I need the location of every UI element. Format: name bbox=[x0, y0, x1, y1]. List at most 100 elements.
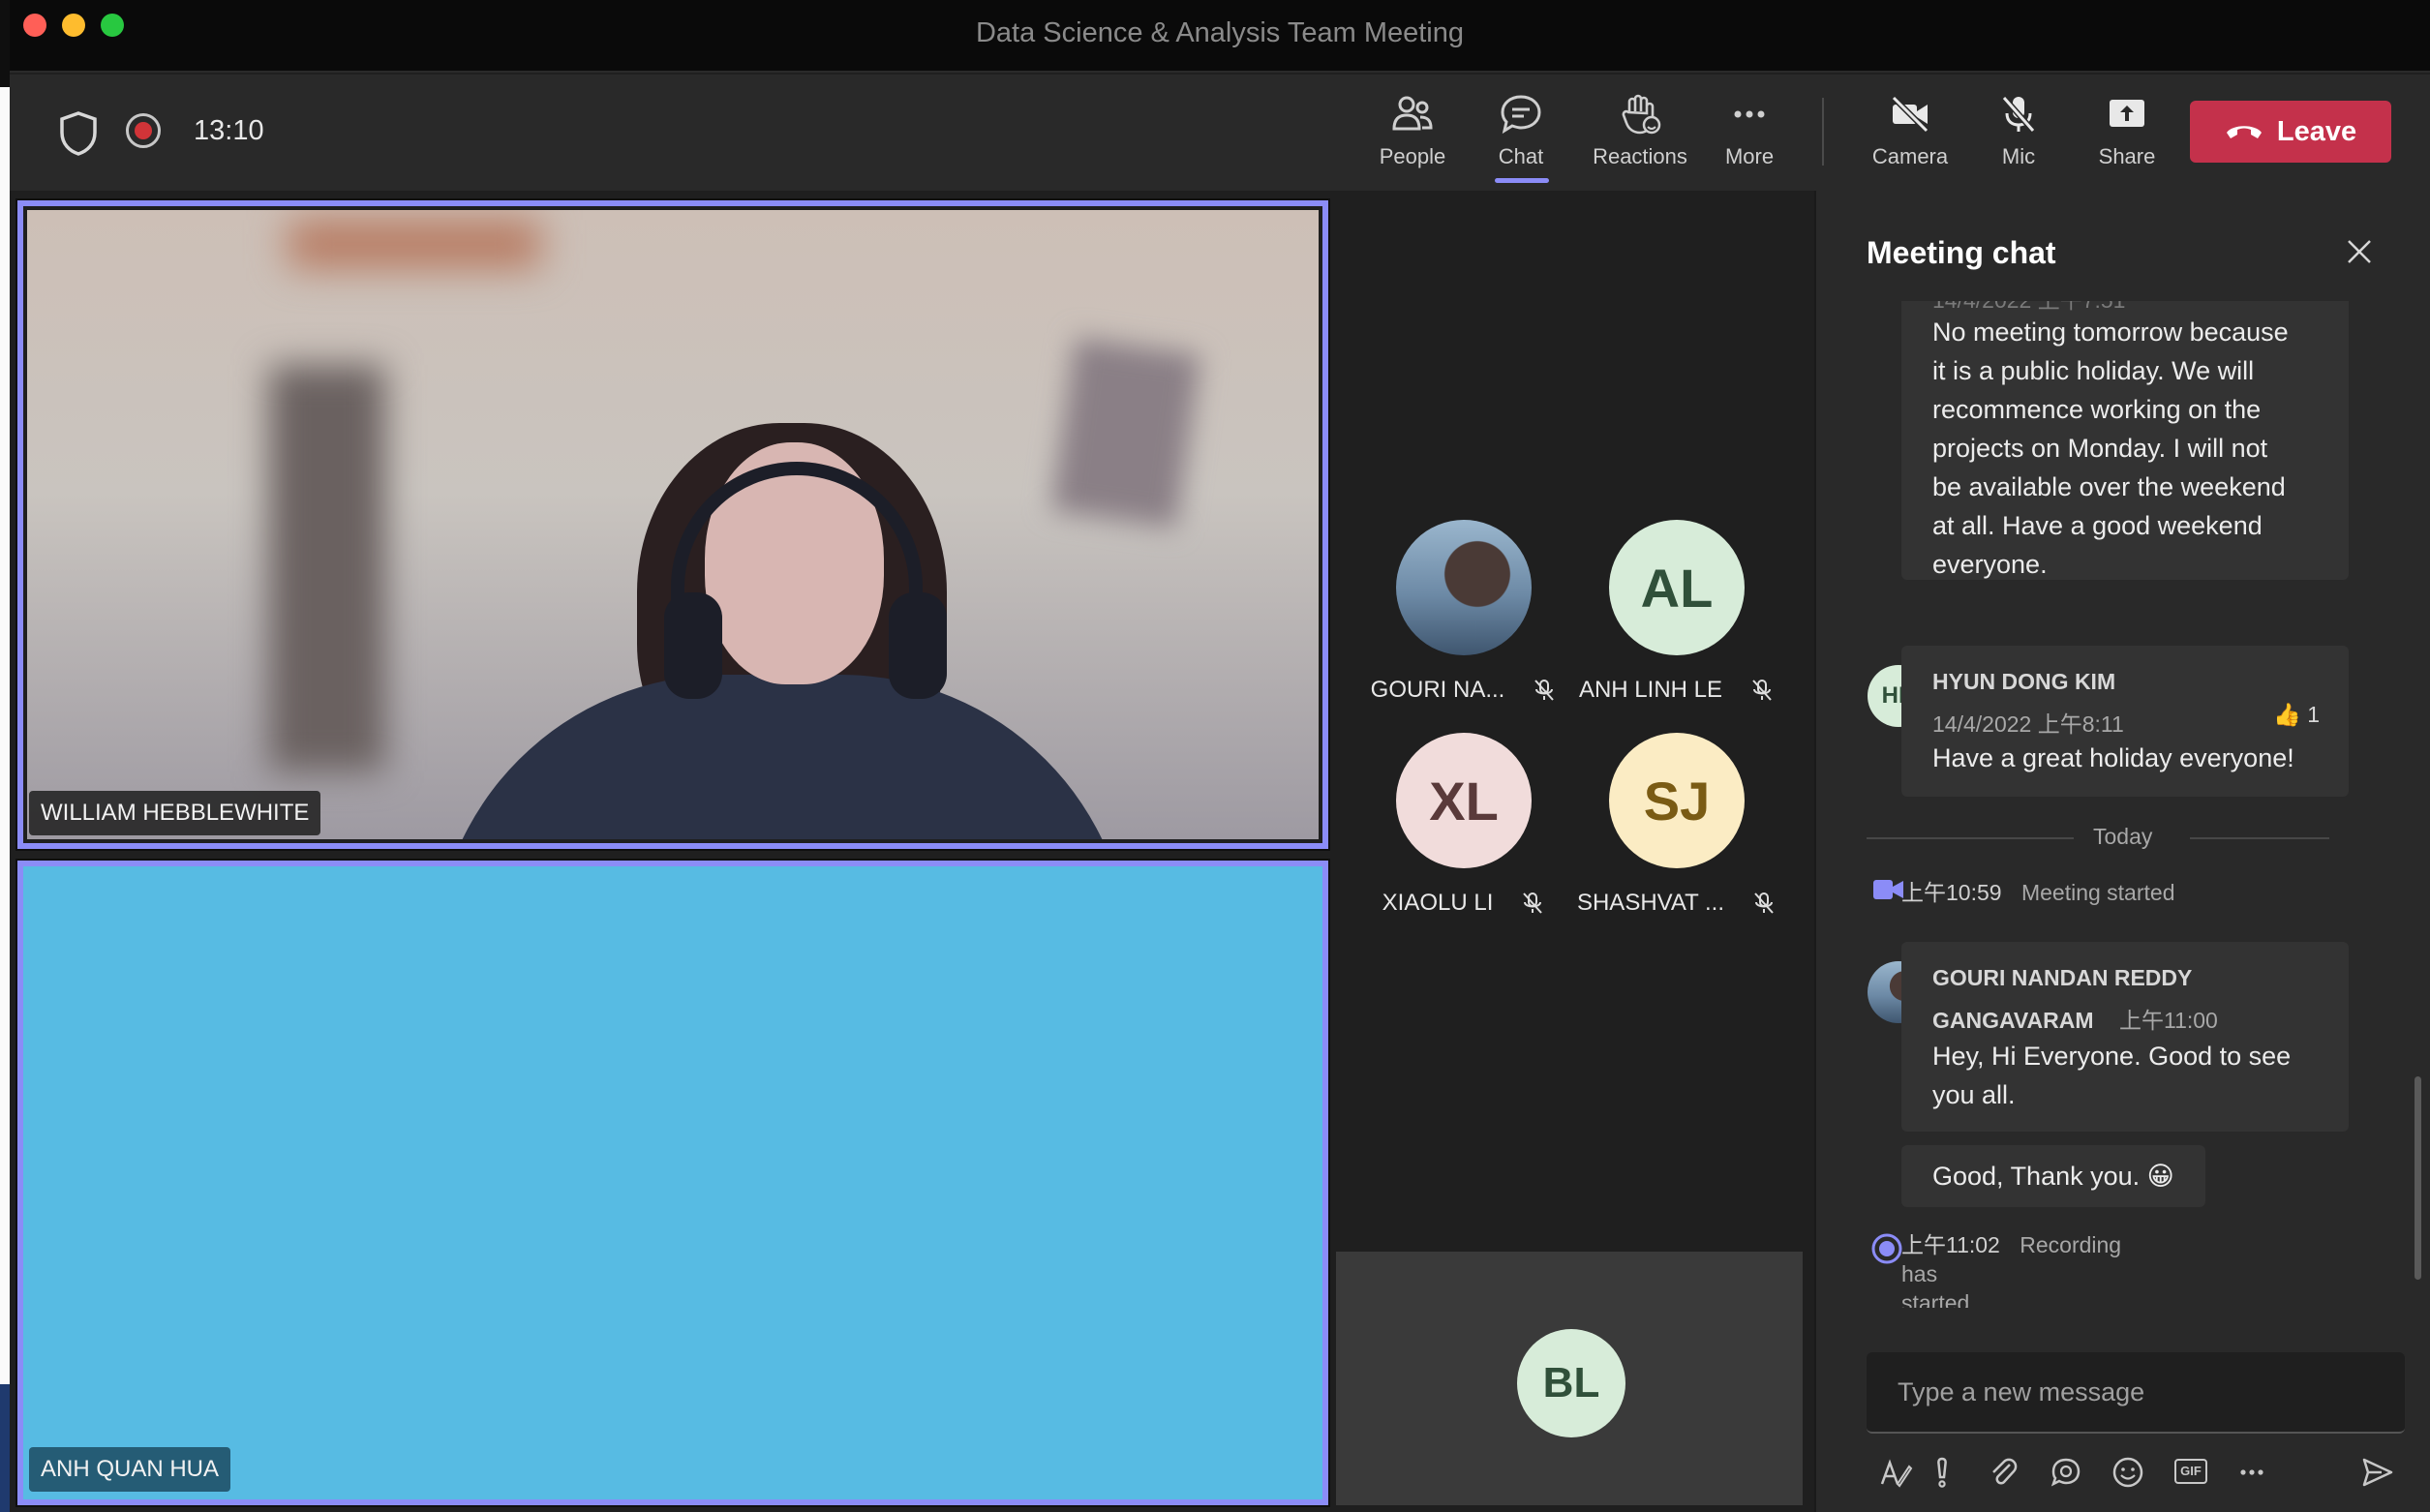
participant-name: XIAOLU LI bbox=[1382, 890, 1494, 916]
message-input[interactable] bbox=[1867, 1352, 2405, 1432]
participant-name-row: GOURI NA... bbox=[1357, 677, 1570, 704]
event-text: started bbox=[1901, 1290, 1970, 1308]
share-button[interactable]: Share bbox=[2074, 92, 2180, 179]
background-window-edge bbox=[0, 87, 10, 1512]
chat-message: Good, Thank you. 😀 bbox=[1901, 1145, 2205, 1207]
reactions-label: Reactions bbox=[1593, 144, 1687, 168]
avatar: AL bbox=[1609, 520, 1745, 655]
video-camera-icon bbox=[1873, 880, 1903, 899]
participant-tile[interactable]: SJ SHASHVAT ... bbox=[1570, 733, 1783, 946]
chat-scrollbar[interactable] bbox=[2415, 1076, 2421, 1280]
more-icon bbox=[2240, 1469, 2263, 1475]
like-reaction[interactable]: 👍 1 bbox=[2273, 702, 2320, 728]
background-lamp bbox=[289, 220, 540, 268]
message-line: No meeting tomorrow because bbox=[1932, 318, 2289, 347]
participant-gallery: GOURI NA... AL ANH LINH LE XL XIAOLU LI bbox=[1328, 191, 1812, 916]
participant-name-row: SHASHVAT ... bbox=[1570, 890, 1783, 917]
more-label: More bbox=[1724, 144, 1775, 168]
message-body: Good, Thank you. 😀 bbox=[1932, 1162, 2174, 1191]
avatar bbox=[1396, 520, 1532, 655]
message-body: Have a great holiday everyone! bbox=[1932, 743, 2294, 772]
meeting-started-event: 上午10:59 Meeting started bbox=[1901, 874, 2174, 907]
message-line: you all. bbox=[1932, 1080, 2016, 1109]
hang-up-icon bbox=[2226, 126, 2262, 138]
emoji-icon bbox=[2112, 1457, 2143, 1488]
video-tile-william[interactable]: WILLIAM HEBBLEWHITE bbox=[15, 198, 1330, 851]
participant-name-tag: WILLIAM HEBBLEWHITE bbox=[29, 791, 321, 835]
important-button[interactable] bbox=[1925, 1455, 1959, 1490]
people-button[interactable]: People bbox=[1359, 92, 1466, 179]
message-line: be available over the weekend bbox=[1932, 472, 2286, 501]
composer-toolbar: GIF bbox=[1867, 1449, 2405, 1497]
chat-title: Meeting chat bbox=[1867, 235, 2056, 270]
mic-button[interactable]: Mic bbox=[1965, 92, 2072, 179]
more-icon bbox=[1734, 110, 1765, 118]
recording-icon bbox=[1871, 1233, 1902, 1264]
emoji-button[interactable] bbox=[2111, 1455, 2145, 1490]
avatar: BL bbox=[1517, 1329, 1625, 1437]
paperclip-icon bbox=[1992, 1458, 2018, 1485]
camera-off-icon bbox=[1891, 95, 1929, 134]
chat-button[interactable]: Chat bbox=[1468, 92, 1574, 183]
leave-button[interactable]: Leave bbox=[2190, 101, 2391, 163]
participant-tile-self[interactable]: BL bbox=[1336, 1252, 1803, 1505]
event-time: 上午11:02 bbox=[1901, 1232, 2000, 1257]
recording-indicator-icon bbox=[126, 113, 161, 148]
participant-tile[interactable]: XL XIAOLU LI bbox=[1357, 733, 1570, 946]
leave-label: Leave bbox=[2276, 115, 2357, 147]
mic-label: Mic bbox=[2001, 144, 2036, 168]
gif-button[interactable]: GIF bbox=[2174, 1459, 2207, 1484]
format-text-icon bbox=[1880, 1459, 1913, 1488]
exclamation-icon bbox=[1937, 1457, 1947, 1488]
message-sender: HYUN DONG KIM bbox=[1932, 669, 2116, 694]
close-icon[interactable] bbox=[2345, 237, 2374, 266]
participant-name-tag: ANH QUAN HUA bbox=[29, 1447, 231, 1492]
message-body: No meeting tomorrow because it is a publ… bbox=[1932, 313, 2339, 584]
chat-label: Chat bbox=[1498, 144, 1544, 168]
meeting-chat-panel: Meeting chat 14/4/2022 上午7:51 No meeting… bbox=[1814, 191, 2430, 1512]
toolbar-divider bbox=[1822, 98, 1824, 166]
title-bar: Data Science & Analysis Team Meeting bbox=[10, 0, 2430, 73]
teams-meeting-window: Data Science & Analysis Team Meeting 13:… bbox=[10, 0, 2430, 1512]
loop-icon bbox=[2050, 1458, 2081, 1487]
participant-tile[interactable]: GOURI NA... bbox=[1357, 520, 1570, 733]
participant-name: GOURI NA... bbox=[1370, 677, 1505, 703]
participant-name: ANH LINH LE bbox=[1578, 677, 1723, 703]
participant-name: SHASHVAT ... bbox=[1576, 890, 1725, 916]
people-icon bbox=[1392, 96, 1433, 131]
participant-tile[interactable]: AL ANH LINH LE bbox=[1570, 520, 1783, 733]
people-label: People bbox=[1379, 144, 1446, 168]
chat-message: 14/4/2022 上午7:51 No meeting tomorrow bec… bbox=[1901, 301, 2349, 580]
more-button[interactable]: More bbox=[1696, 92, 1803, 179]
format-button[interactable] bbox=[1878, 1455, 1913, 1490]
message-timestamp: 14/4/2022 上午8:11 bbox=[1932, 711, 2124, 737]
loop-component-button[interactable] bbox=[2049, 1455, 2083, 1490]
avatar: XL bbox=[1396, 733, 1532, 868]
shield-icon[interactable] bbox=[56, 109, 101, 158]
background-picture-frame bbox=[1051, 337, 1200, 529]
more-options-button[interactable] bbox=[2234, 1455, 2269, 1490]
window-title: Data Science & Analysis Team Meeting bbox=[975, 17, 1464, 48]
camera-button[interactable]: Camera bbox=[1857, 92, 1963, 179]
send-button[interactable] bbox=[2360, 1455, 2395, 1490]
message-composer[interactable] bbox=[1867, 1352, 2405, 1434]
message-line: everyone. bbox=[1932, 550, 2048, 579]
reactions-button[interactable]: Reactions bbox=[1587, 92, 1693, 179]
chat-message-list[interactable]: 14/4/2022 上午7:51 No meeting tomorrow bec… bbox=[1816, 301, 2430, 1308]
video-tile-anh-quan-hua[interactable]: ANH QUAN HUA bbox=[15, 859, 1330, 1507]
headset-earcup-right bbox=[889, 592, 947, 699]
chat-message: GOURI NANDAN REDDY GANGAVARAM 上午11:00 He… bbox=[1901, 942, 2349, 1132]
message-line: it is a public holiday. We will bbox=[1932, 356, 2255, 385]
attach-button[interactable] bbox=[1987, 1455, 2021, 1490]
video-feed bbox=[27, 210, 1319, 839]
recording-started-event: 上午11:02 Recording has started bbox=[1901, 1230, 2153, 1308]
message-timestamp: 上午11:00 bbox=[2118, 1008, 2218, 1033]
background-object bbox=[269, 365, 385, 771]
mic-off-icon bbox=[1752, 680, 1772, 701]
mic-off-icon bbox=[1523, 892, 1543, 914]
event-text: Meeting started bbox=[2020, 880, 2175, 905]
participant-name-row: XIAOLU LI bbox=[1357, 890, 1570, 917]
mic-off-icon bbox=[1754, 892, 1774, 914]
camera-label: Camera bbox=[1871, 144, 1949, 168]
message-line: projects on Monday. I will not bbox=[1932, 434, 2268, 463]
